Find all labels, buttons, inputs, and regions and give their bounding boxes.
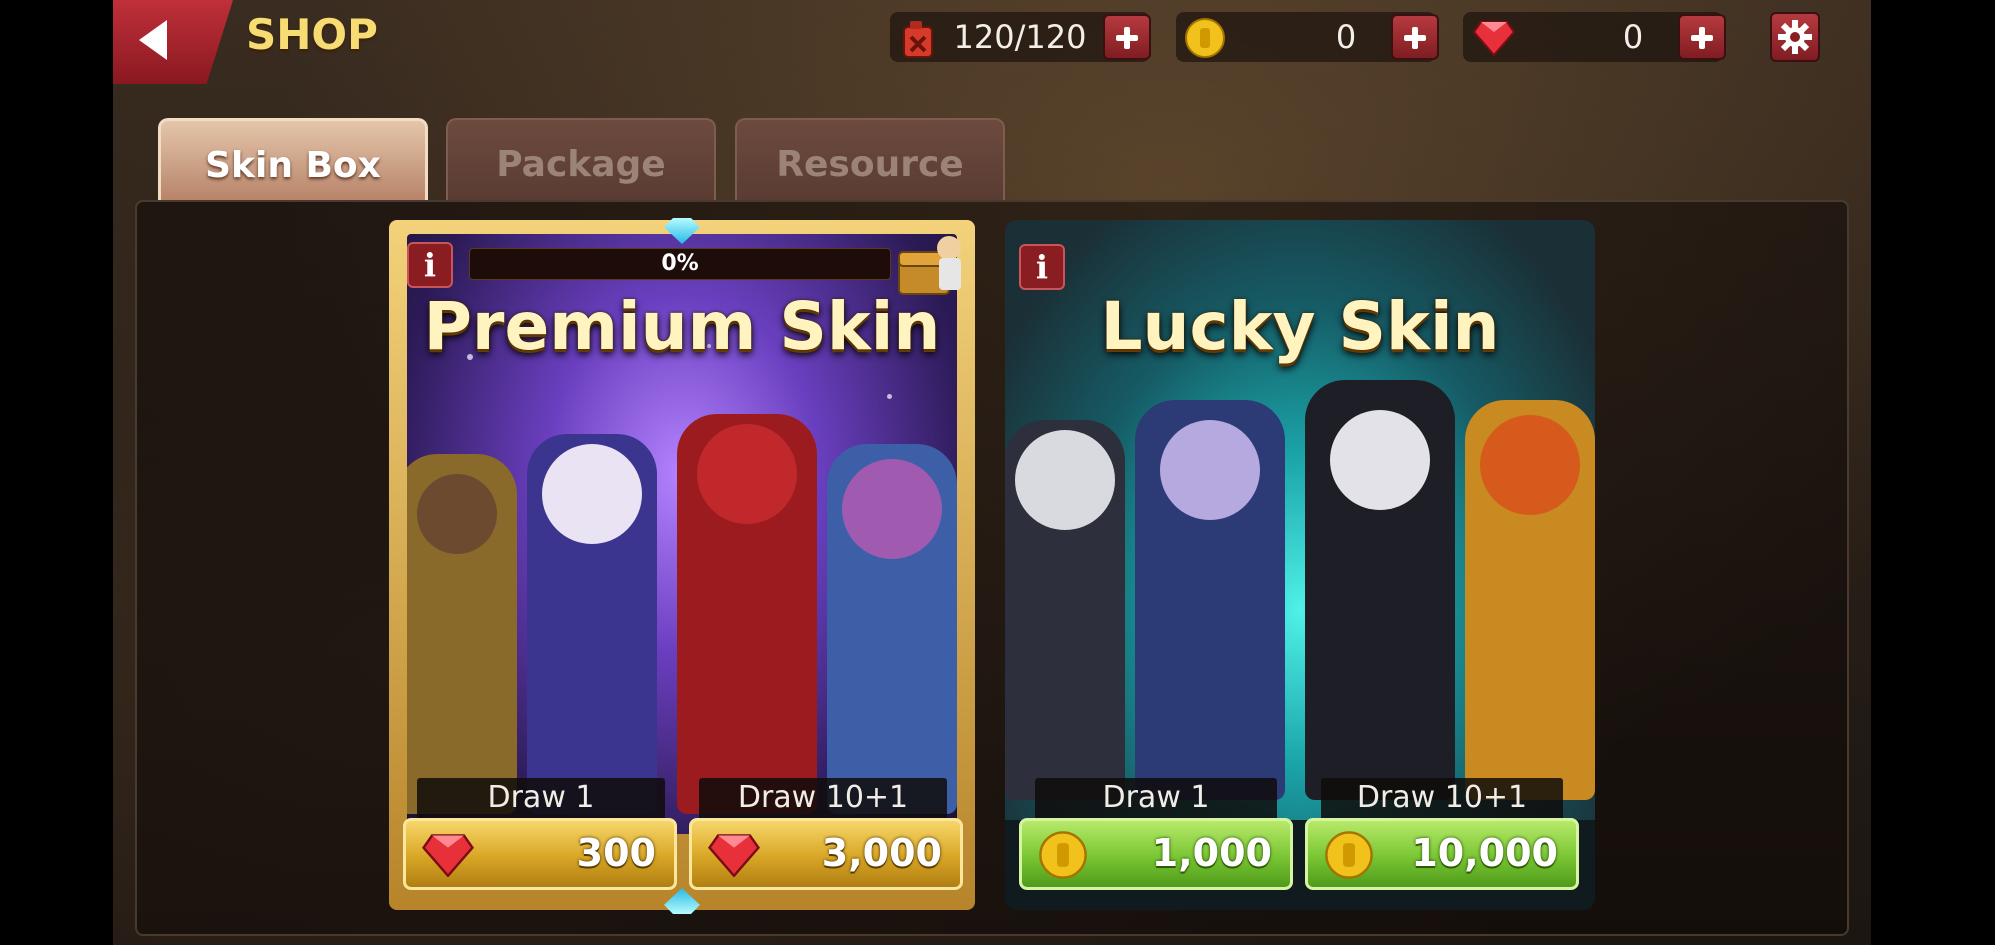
character-figure	[1135, 400, 1285, 800]
page-title: SHOP	[246, 10, 378, 59]
tab-package[interactable]: Package	[446, 118, 716, 200]
character-figure	[407, 454, 517, 814]
price-amount: 3,000	[821, 831, 942, 875]
coin-icon	[1325, 831, 1373, 879]
coin-icon	[1185, 18, 1225, 58]
premium-progress-bar: 0%	[469, 248, 891, 280]
top-bar: SHOP 120/120 0 0	[113, 0, 1871, 84]
progress-text: 0%	[661, 251, 699, 276]
sparkle	[887, 394, 892, 399]
draw-one-label: Draw 1	[1035, 778, 1277, 818]
lucky-info-button[interactable]: i	[1019, 244, 1065, 290]
price-amount: 10,000	[1411, 831, 1558, 875]
gem-value: 0	[1622, 18, 1644, 56]
character-figure	[677, 414, 817, 814]
lucky-draw-one-button[interactable]: 1,000	[1019, 818, 1293, 890]
lucky-skin-title: Lucky Skin	[1100, 288, 1500, 365]
coin-icon	[1039, 831, 1087, 879]
settings-button[interactable]	[1770, 12, 1820, 62]
gem-icon	[422, 834, 474, 877]
gem-icon	[708, 834, 760, 877]
price-amount: 300	[576, 831, 656, 875]
premium-skin-title: Premium Skin	[423, 288, 941, 365]
premium-skin-card: i 0% Premium Skin Draw 1 Draw 10+1 300 3…	[389, 218, 975, 910]
gear-icon	[1778, 20, 1812, 54]
tab-resource[interactable]: Resource	[735, 118, 1005, 200]
tab-skin-box[interactable]: Skin Box	[158, 118, 428, 200]
draw-ten-label: Draw 10+1	[1321, 778, 1563, 818]
price-amount: 1,000	[1151, 831, 1272, 875]
add-gems-button[interactable]	[1678, 14, 1726, 60]
premium-draw-ten-button[interactable]: 3,000	[689, 818, 963, 890]
stamina-value: 120/120	[953, 18, 1087, 56]
add-stamina-button[interactable]	[1103, 14, 1151, 60]
diamond-ornament-icon	[664, 888, 700, 914]
back-button[interactable]	[113, 0, 233, 84]
shop-screen: SHOP 120/120 0 0 Skin Box Package Resour…	[113, 0, 1871, 945]
coin-value: 0	[1335, 18, 1357, 56]
back-arrow-icon	[139, 20, 167, 60]
premium-draw-one-button[interactable]: 300	[403, 818, 677, 890]
character-figure	[1465, 400, 1595, 800]
lucky-draw-ten-button[interactable]: 10,000	[1305, 818, 1579, 890]
draw-ten-label: Draw 10+1	[699, 778, 947, 818]
character-figure	[827, 444, 957, 814]
premium-info-button[interactable]: i	[407, 242, 453, 288]
character-figure	[1005, 420, 1125, 800]
add-coins-button[interactable]	[1391, 14, 1439, 60]
draw-one-label: Draw 1	[417, 778, 665, 818]
gem-icon	[1473, 21, 1515, 56]
fuel-can-icon	[903, 21, 933, 58]
character-figure	[1305, 380, 1455, 800]
character-figure	[527, 434, 657, 814]
lucky-skin-card: i Lucky Skin Draw 1 Draw 10+1 1,000 10,0…	[1005, 220, 1595, 910]
